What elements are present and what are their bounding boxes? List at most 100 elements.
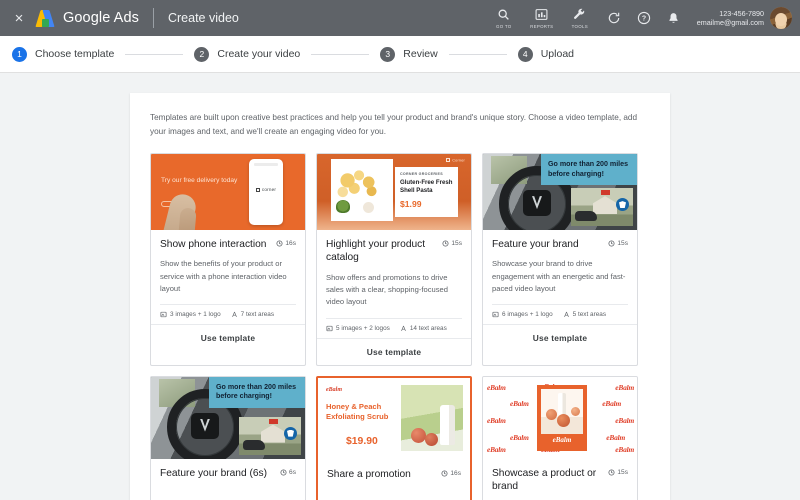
step-label: Create your video (217, 48, 300, 60)
template-thumbnail: Go more than 200 miles before charging! (151, 377, 305, 459)
template-title: Showcase a product or brand (492, 467, 602, 494)
clock-icon (280, 469, 287, 476)
step-number: 2 (194, 47, 209, 62)
duration-text: 15s (617, 469, 628, 476)
use-template-button[interactable]: Use template (317, 338, 471, 365)
brand-badge-icon (616, 198, 629, 211)
thumb-brand-logo: eBalm (615, 445, 634, 454)
images-meta: 6 images + 1 logo (492, 311, 553, 318)
template-duration: 15s (608, 467, 628, 476)
template-grid-row-1: Try our free delivery today corner Show … (150, 153, 650, 366)
help-icon[interactable]: ? (631, 5, 657, 31)
text-format-icon (231, 311, 238, 318)
step-label: Review (403, 48, 437, 60)
tools-icon[interactable]: TOOLS (561, 7, 599, 29)
search-caption: GO TO (496, 24, 512, 29)
template-body: Share a promotion 16s (318, 460, 470, 490)
template-duration: 16s (441, 468, 461, 477)
use-template-button[interactable]: Use template (483, 324, 637, 351)
wheel-hub-illustration (523, 190, 551, 216)
template-thumbnail: eBalm eBalm eBalm eBalm eBalm eBalm eBal… (483, 377, 637, 459)
clock-icon (608, 469, 615, 476)
refresh-icon[interactable] (601, 5, 627, 31)
reports-icon[interactable]: REPORTS (523, 7, 561, 29)
text-areas-meta: 7 text areas (231, 311, 274, 318)
clock-icon (608, 240, 615, 247)
duration-text: 15s (451, 240, 462, 247)
avatar[interactable] (770, 7, 792, 29)
wheel-hub-illustration (191, 413, 219, 439)
template-grid-row-2: Go more than 200 miles before charging! … (150, 376, 650, 500)
reports-caption: REPORTS (530, 24, 553, 29)
brand-badge-icon (284, 427, 297, 440)
thumb-brand-logo: Corner (446, 158, 465, 163)
google-ads-logo-icon (36, 9, 56, 27)
account-info[interactable]: 123-456-7890 emailme@gmail.com (697, 9, 764, 27)
template-body: Feature your brand (6s) 6s (151, 459, 305, 489)
search-icon[interactable]: GO TO (485, 7, 523, 29)
featured-product-frame: eBalm (537, 385, 587, 451)
thumb-product-name: Honey & Peach Exfoliating Scrub (326, 402, 392, 424)
thumb-headline: Try our free delivery today (161, 176, 237, 186)
app-topbar: × Google Ads Create video GO TO (0, 0, 800, 36)
step-review[interactable]: 3 Review (380, 47, 437, 62)
template-card-feature-your-brand-6s[interactable]: Go more than 200 miles before charging! … (150, 376, 306, 500)
step-create-your-video[interactable]: 2 Create your video (194, 47, 300, 62)
thumb-brand-logo: eBalm (326, 387, 342, 393)
template-card-showcase-a-product-or-brand[interactable]: eBalm eBalm eBalm eBalm eBalm eBalm eBal… (482, 376, 638, 500)
create-video-page: × Google Ads Create video GO TO (0, 0, 800, 500)
thumb-brand-logo: eBalm (487, 445, 506, 454)
broccoli-illustration (336, 200, 350, 213)
text-format-icon (400, 325, 407, 332)
garlic-illustration (363, 202, 374, 213)
images-meta: 3 images + 1 logo (160, 311, 221, 318)
template-body: Show phone interaction 16s Show the bene… (151, 230, 305, 351)
template-card-highlight-your-product-catalog[interactable]: Corner CORNER GROCERIES Gluten-Free Fres… (316, 153, 472, 366)
reports-glyph (535, 7, 548, 22)
template-meta: 6 images + 1 logo 5 text areas (492, 304, 628, 324)
thumb-caption: Go more than 200 miles before charging! (541, 154, 637, 185)
thumb-caption: Go more than 200 miles before charging! (209, 377, 305, 408)
thumb-price: $19.90 (346, 436, 378, 447)
use-template-button[interactable]: Use template (151, 324, 305, 351)
text-areas-meta: 5 text areas (563, 311, 606, 318)
clock-icon (442, 240, 449, 247)
topbar-actions: GO TO REPORTS (485, 0, 792, 36)
product-info-box: CORNER GROCERIES Gluten-Free Fresh Shell… (395, 167, 458, 217)
page-context-title: Create video (168, 11, 239, 25)
template-body: Feature your brand 15s Showcase your bra… (483, 230, 637, 351)
close-icon[interactable]: × (8, 7, 30, 29)
account-phone: 123-456-7890 (697, 9, 764, 18)
image-icon (492, 311, 499, 318)
step-number: 3 (380, 47, 395, 62)
step-connector (311, 54, 369, 55)
thumb-brand-logo: eBalm (606, 433, 625, 442)
tools-glyph (573, 7, 586, 22)
template-card-show-phone-interaction[interactable]: Try our free delivery today corner Show … (150, 153, 306, 366)
image-icon (326, 325, 333, 332)
notifications-icon[interactable] (661, 5, 687, 31)
product-photo (401, 385, 463, 451)
thumb-brand-logo: eBalm (487, 416, 506, 425)
template-title: Feature your brand (6s) (160, 467, 267, 480)
step-upload[interactable]: 4 Upload (518, 47, 574, 62)
template-thumbnail: Corner CORNER GROCERIES Gluten-Free Fres… (317, 154, 471, 230)
template-body: Showcase a product or brand 15s (483, 459, 637, 500)
template-card-share-a-promotion[interactable]: eBalm Honey & Peach Exfoliating Scrub $1… (316, 376, 472, 500)
tools-caption: TOOLS (572, 24, 588, 29)
template-thumbnail: Go more than 200 miles before charging! (483, 154, 637, 230)
image-icon (160, 311, 167, 318)
thumb-brand-logo: eBalm (615, 416, 634, 425)
thumb-brand-logo: eBalm (615, 383, 634, 392)
step-choose-template[interactable]: 1 Choose template (12, 47, 114, 62)
template-title: Share a promotion (327, 468, 411, 481)
template-duration: 15s (442, 238, 462, 247)
duration-text: 16s (285, 240, 296, 247)
progress-stepper: 1 Choose template 2 Create your video 3 … (0, 36, 800, 73)
thumb-product-name: Gluten-Free Fresh Shell Pasta (400, 179, 453, 195)
template-description: Show the benefits of your product or ser… (160, 258, 296, 295)
thumb-brand-logo: eBalm (602, 399, 621, 408)
step-label: Choose template (35, 48, 114, 60)
template-card-feature-your-brand[interactable]: Go more than 200 miles before charging! … (482, 153, 638, 366)
thumb-phone-logo: corner (249, 187, 283, 192)
